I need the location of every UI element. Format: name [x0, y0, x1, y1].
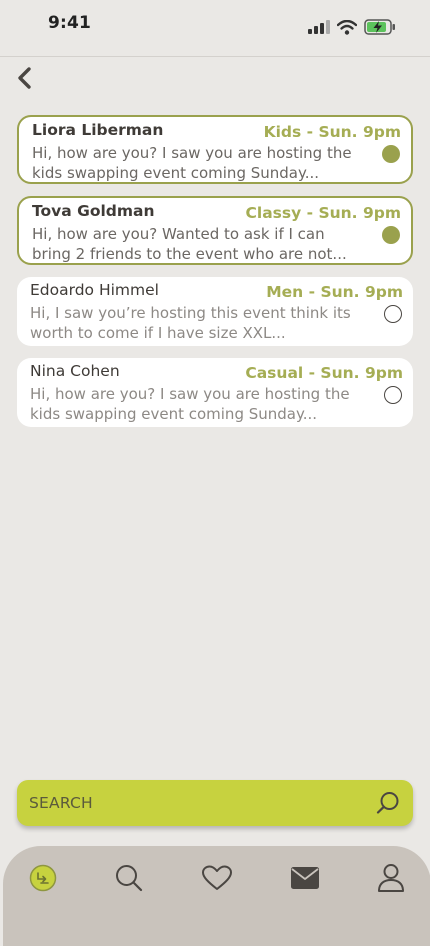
tab-messages[interactable]	[287, 860, 323, 896]
message-event-tag: Classy - Sun. 9pm	[245, 204, 401, 222]
search-icon	[116, 865, 143, 892]
message-event-tag: Men - Sun. 9pm	[266, 283, 403, 301]
status-icons	[308, 19, 396, 35]
back-button[interactable]	[10, 64, 38, 92]
message-list: Liora Liberman Kids - Sun. 9pm Hi, how a…	[17, 115, 413, 439]
message-preview: Hi, I saw you’re hosting this event thin…	[30, 304, 370, 343]
message-event-tag: Kids - Sun. 9pm	[263, 123, 401, 141]
message-item[interactable]: Liora Liberman Kids - Sun. 9pm Hi, how a…	[17, 115, 413, 184]
message-event-tag: Casual - Sun. 9pm	[245, 364, 403, 382]
user-icon	[378, 864, 404, 892]
read-dot-indicator	[384, 386, 402, 404]
cellular-signal-icon	[308, 20, 330, 34]
header-divider	[0, 56, 430, 57]
message-preview-line: Hi, how are you? I saw you are hosting t…	[32, 144, 352, 162]
unread-dot-indicator	[382, 226, 400, 244]
message-item[interactable]: Nina Cohen Casual - Sun. 9pm Hi, how are…	[17, 358, 413, 427]
message-preview: Hi, how are you? I saw you are hosting t…	[30, 385, 370, 424]
search-placeholder: SEARCH	[29, 794, 93, 812]
message-sender: Liora Liberman	[32, 121, 164, 139]
chevron-left-icon	[18, 67, 31, 89]
message-preview-line: Hi, I saw you’re hosting this event thin…	[30, 304, 351, 322]
message-preview-line: bring 2 friends to the event who are not…	[32, 244, 347, 263]
message-sender: Nina Cohen	[30, 362, 120, 380]
search-input[interactable]: SEARCH	[17, 780, 413, 826]
status-bar: 9:41	[0, 0, 430, 52]
message-preview: Hi, how are you? I saw you are hosting t…	[32, 144, 372, 183]
message-preview: Hi, how are you? Wanted to ask if I can …	[32, 225, 372, 264]
tab-favorites[interactable]	[199, 860, 235, 896]
tab-search[interactable]	[111, 860, 147, 896]
search-icon[interactable]	[375, 790, 401, 816]
swap-logo-icon	[29, 864, 57, 892]
message-sender: Tova Goldman	[32, 202, 155, 220]
tab-profile[interactable]	[373, 860, 409, 896]
wifi-icon	[337, 19, 357, 35]
message-preview-line: kids swapping event coming Sunday...	[30, 404, 318, 423]
message-item[interactable]: Edoardo Himmel Men - Sun. 9pm Hi, I saw …	[17, 277, 413, 346]
message-sender: Edoardo Himmel	[30, 281, 159, 299]
heart-icon	[202, 865, 232, 890]
status-time: 9:41	[48, 13, 92, 33]
message-preview-line: worth to come if I have size XXL...	[30, 323, 286, 342]
tab-home[interactable]	[25, 860, 61, 896]
message-item[interactable]: Tova Goldman Classy - Sun. 9pm Hi, how a…	[17, 196, 413, 265]
unread-dot-indicator	[382, 145, 400, 163]
bottom-tab-bar	[3, 846, 430, 946]
message-preview-line: Hi, how are you? Wanted to ask if I can	[32, 225, 325, 243]
message-preview-line: Hi, how are you? I saw you are hosting t…	[30, 385, 350, 403]
message-preview-line: kids swapping event coming Sunday...	[32, 163, 320, 182]
read-dot-indicator	[384, 305, 402, 323]
battery-charging-icon	[364, 19, 395, 35]
mail-icon	[291, 867, 319, 889]
